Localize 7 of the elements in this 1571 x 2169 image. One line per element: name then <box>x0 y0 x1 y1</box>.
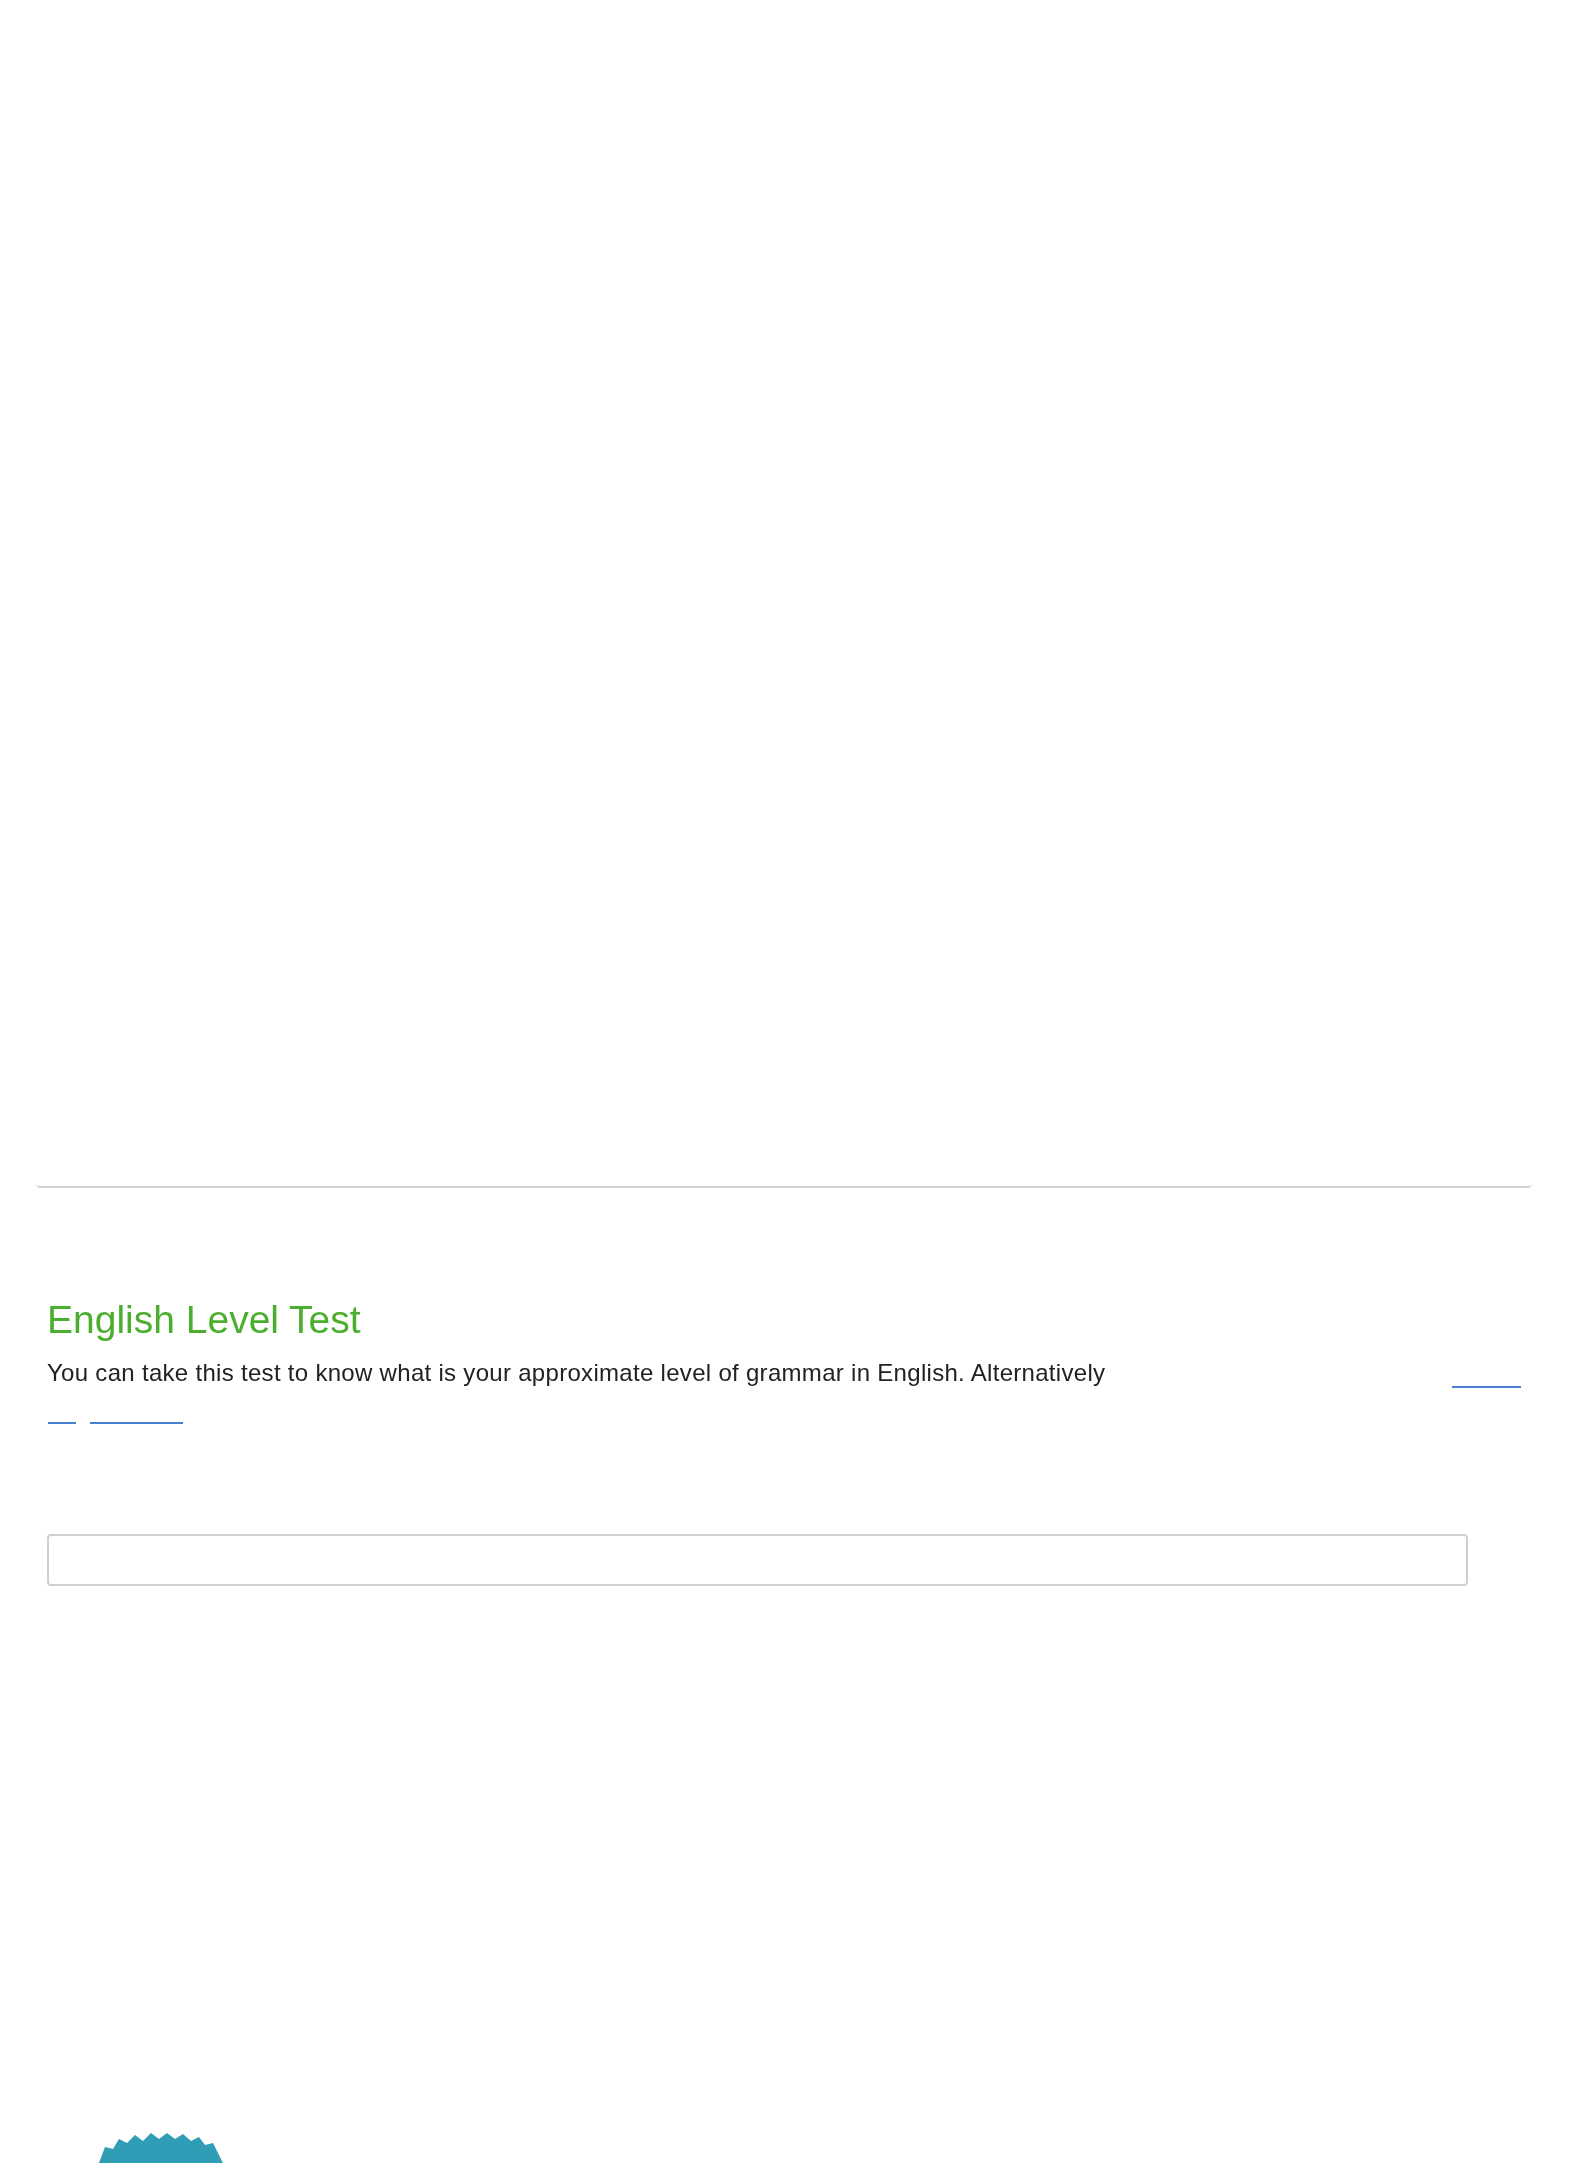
link-underline[interactable] <box>48 1422 76 1424</box>
seal-icon <box>99 2133 223 2163</box>
input-field[interactable] <box>47 1534 1468 1586</box>
intro-text: You can take this test to know what is your approximate level of grammar in English. Alternatively <box>47 1358 1106 1388</box>
link-underline[interactable] <box>90 1422 183 1424</box>
link-underline[interactable] <box>1452 1386 1521 1388</box>
page-title: English Level Test <box>47 1297 361 1343</box>
